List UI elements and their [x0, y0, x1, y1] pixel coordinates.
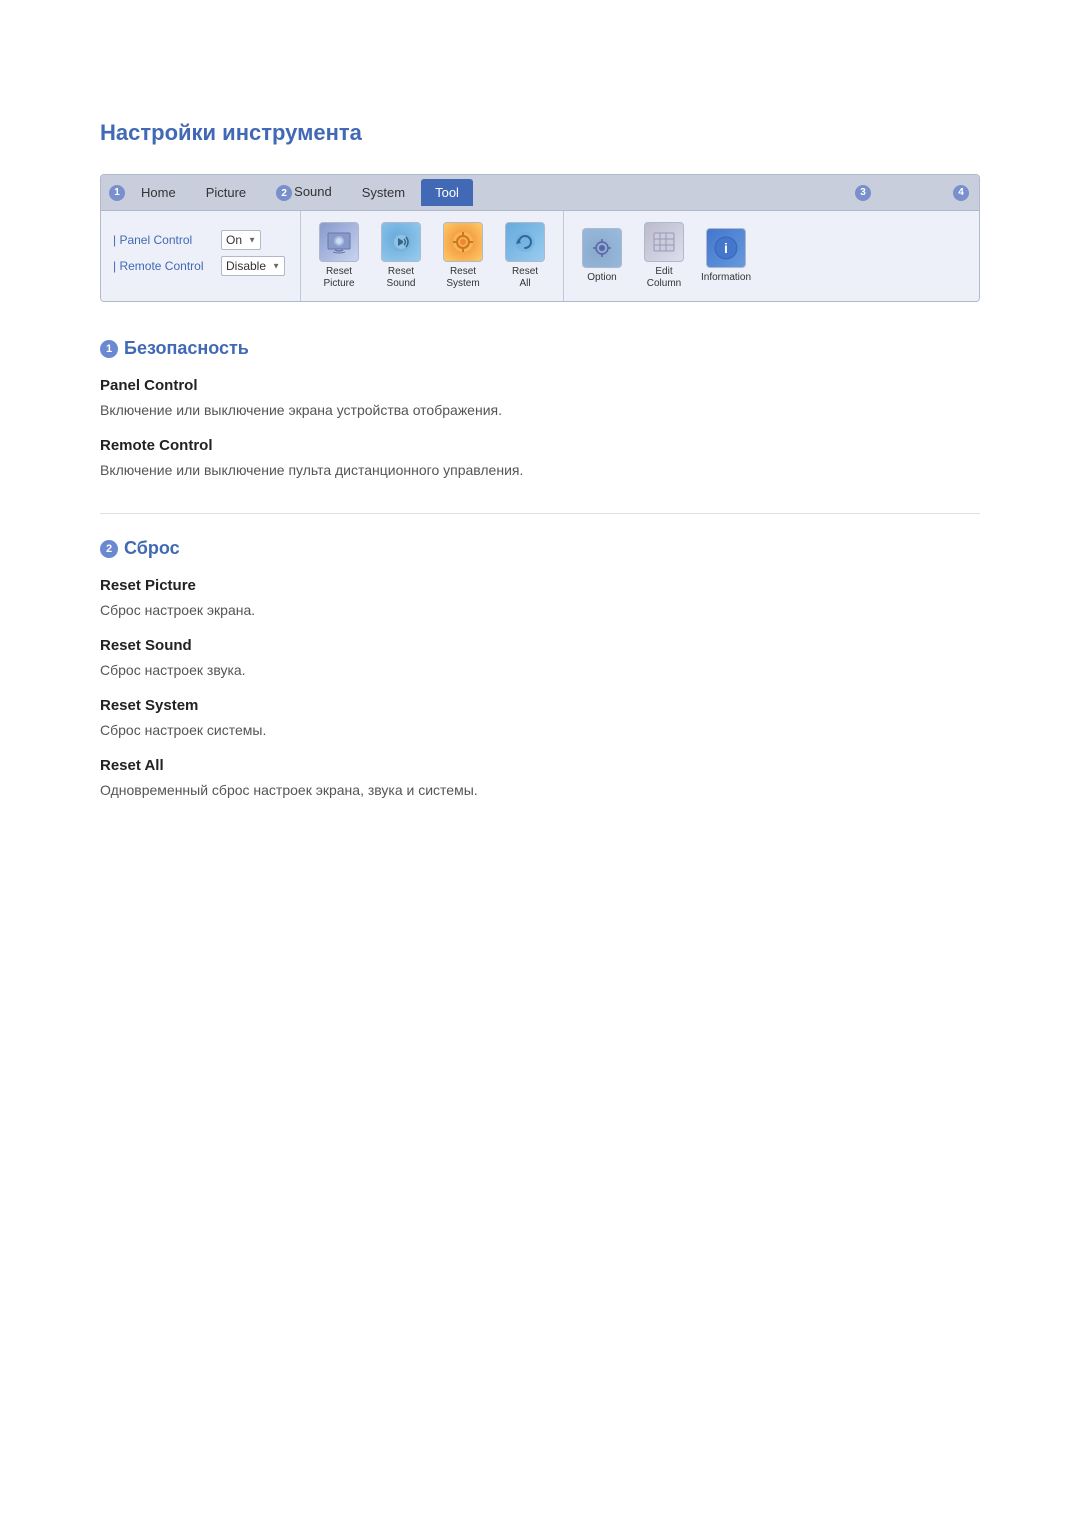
panel-control-desc: Включение или выключение экрана устройст… [100, 400, 980, 421]
reset-all-section: Reset All Одновременный сброс настроек э… [100, 757, 980, 801]
reset-picture-section: Reset Picture Сброс настроек экрана. [100, 577, 980, 621]
toolbar-controls-section: | Panel Control On | Remote Control Disa… [101, 211, 301, 301]
reset-picture-title: Reset Picture [100, 577, 980, 594]
reset-sound-icon [381, 222, 421, 262]
section-reset: 2 Сброс Reset Picture Сброс настроек экр… [100, 538, 980, 801]
toolbar-reset-section: ResetPicture ResetSound [301, 211, 564, 301]
reset-sound-label: ResetSound [387, 266, 416, 290]
information-btn[interactable]: i Information [700, 228, 752, 284]
option-icon [582, 228, 622, 268]
remote-control-desc: Включение или выключение пульта дистанци… [100, 460, 980, 481]
tab-badge-4: 4 [953, 185, 969, 201]
toolbar-right-section: Option EditColumn [564, 211, 764, 301]
reset-all-btn[interactable]: ResetAll [499, 222, 551, 290]
page-title: Настройки инструмента [100, 120, 980, 146]
reset-picture-label: ResetPicture [323, 266, 354, 290]
reset-sound-desc: Сброс настроек звука. [100, 660, 980, 681]
option-btn[interactable]: Option [576, 228, 628, 284]
remote-control-section: Remote Control Включение или выключение … [100, 437, 980, 481]
panel-control-row: | Panel Control On [113, 230, 288, 250]
section-security-heading: 1 Безопасность [100, 338, 980, 359]
page-container: Настройки инструмента 1 Home Picture 2So… [0, 0, 1080, 913]
option-label: Option [587, 272, 616, 284]
tab-badge-1: 1 [109, 185, 125, 201]
toolbar-tabs: 1 Home Picture 2Sound System Tool 3 4 [101, 175, 979, 211]
tab-picture[interactable]: Picture [192, 179, 260, 206]
section-badge-2: 2 [100, 540, 118, 558]
reset-system-label: ResetSystem [446, 266, 479, 290]
reset-all-desc: Одновременный сброс настроек экрана, зву… [100, 780, 980, 801]
remote-control-row: | Remote Control Disable [113, 256, 288, 276]
tab-home[interactable]: Home [127, 179, 190, 206]
reset-all-icon [505, 222, 545, 262]
reset-sound-title: Reset Sound [100, 637, 980, 654]
reset-system-icon [443, 222, 483, 262]
reset-picture-icon [319, 222, 359, 262]
edit-column-btn[interactable]: EditColumn [638, 222, 690, 290]
information-icon: i [706, 228, 746, 268]
toolbar-body: | Panel Control On | Remote Control Disa… [101, 211, 979, 301]
reset-picture-btn[interactable]: ResetPicture [313, 222, 365, 290]
reset-btn-group: ResetPicture ResetSound [313, 222, 551, 290]
section-divider [100, 513, 980, 514]
section-security-title: Безопасность [124, 338, 249, 359]
reset-all-title: Reset All [100, 757, 980, 774]
reset-system-title: Reset System [100, 697, 980, 714]
tab-tool[interactable]: Tool [421, 179, 473, 206]
toolbar-container: 1 Home Picture 2Sound System Tool 3 4 | … [100, 174, 980, 302]
tab-system[interactable]: System [348, 179, 419, 206]
panel-control-title: Panel Control [100, 377, 980, 394]
reset-sound-btn[interactable]: ResetSound [375, 222, 427, 290]
panel-control-section: Panel Control Включение или выключение э… [100, 377, 980, 421]
information-label: Information [701, 272, 751, 284]
reset-system-section: Reset System Сброс настроек системы. [100, 697, 980, 741]
section-reset-heading: 2 Сброс [100, 538, 980, 559]
panel-control-value[interactable]: On [221, 230, 261, 250]
remote-control-title: Remote Control [100, 437, 980, 454]
edit-column-label: EditColumn [647, 266, 681, 290]
tab-badge-3: 3 [855, 185, 871, 201]
reset-system-desc: Сброс настроек системы. [100, 720, 980, 741]
remote-control-label: | Remote Control [113, 259, 213, 273]
section-reset-title: Сброс [124, 538, 180, 559]
reset-sound-section: Reset Sound Сброс настроек звука. [100, 637, 980, 681]
reset-all-label: ResetAll [512, 266, 538, 290]
tab-sound[interactable]: 2Sound [262, 178, 346, 208]
section-badge-1: 1 [100, 340, 118, 358]
reset-system-btn[interactable]: ResetSystem [437, 222, 489, 290]
section-security: 1 Безопасность Panel Control Включение и… [100, 338, 980, 481]
edit-column-icon [644, 222, 684, 262]
panel-control-label: | Panel Control [113, 233, 213, 247]
tab-badge-2: 2 [276, 185, 292, 201]
svg-text:i: i [724, 240, 728, 256]
reset-picture-desc: Сброс настроек экрана. [100, 600, 980, 621]
remote-control-value[interactable]: Disable [221, 256, 285, 276]
